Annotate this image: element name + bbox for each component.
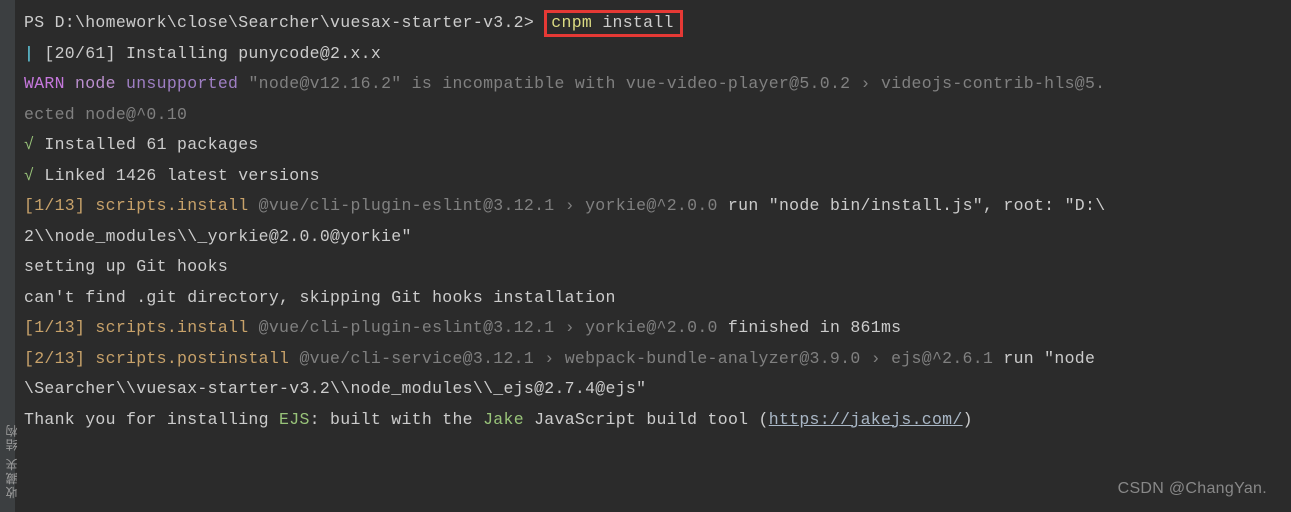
hooks2: can't find .git directory, skipping Git … (24, 288, 616, 307)
warn-label: WARN (24, 74, 65, 93)
script1-line: [1/13] scripts.install @vue/cli-plugin-e… (24, 191, 1291, 222)
prompt-ps: PS (24, 13, 55, 32)
warn-node1: node (65, 74, 126, 93)
script2-line: [1/13] scripts.install @vue/cli-plugin-e… (24, 313, 1291, 344)
script3-line: [2/13] scripts.postinstall @vue/cli-serv… (24, 344, 1291, 375)
ejs: EJS (279, 410, 310, 429)
s3-action: run "node (993, 349, 1105, 368)
prompt-path: D:\homework\close\Searcher\vuesax-starte… (55, 13, 534, 32)
installed-text: Installed 61 packages (34, 135, 258, 154)
thanks4: ) (963, 410, 973, 429)
jake-link[interactable]: https://jakejs.com/ (769, 410, 963, 429)
jake: Jake (483, 410, 524, 429)
progress-text: [20/61] Installing punycode@2.x.x (34, 44, 381, 63)
s2-action: finished in 861ms (718, 318, 902, 337)
s1-label: scripts.install (85, 196, 258, 215)
prompt-line: PS D:\homework\close\Searcher\vuesax-sta… (24, 8, 1291, 39)
thanks2: : built with the (310, 410, 483, 429)
warn-line: WARN node unsupported "node@v12.16.2" is… (24, 69, 1291, 100)
s1-tag: [1/13] (24, 196, 85, 215)
command-highlighted: cnpm install (544, 10, 682, 37)
hooks-line1: setting up Git hooks (24, 252, 1291, 283)
installed-line: √ Installed 61 packages (24, 130, 1291, 161)
sidebar-label: 收藏夹 结构 (1, 423, 23, 498)
watermark: CSDN @ChangYan. (1118, 474, 1267, 504)
s3-pkg: @vue/cli-service@3.12.1 › webpack-bundle… (299, 349, 993, 368)
check-icon: √ (24, 135, 34, 154)
warn-line2-text: ected node@^0.10 (24, 105, 187, 124)
s2-label: scripts.install (85, 318, 258, 337)
linked-text: Linked 1426 latest versions (34, 166, 320, 185)
script3-line2: \Searcher\\vuesax-starter-v3.2\\node_mod… (24, 374, 1291, 405)
cmd-part1: cnpm (551, 13, 602, 32)
s1-pkg: @vue/cli-plugin-eslint@3.12.1 › yorkie@^… (259, 196, 718, 215)
s2-tag: [1/13] (24, 318, 85, 337)
thanks1: Thank you for installing (24, 410, 279, 429)
progress-bar-icon: | (24, 44, 34, 63)
warn-line2: ected node@^0.10 (24, 100, 1291, 131)
s1-line2: 2\\node_modules\\_yorkie@2.0.0@yorkie" (24, 227, 412, 246)
thanks3: JavaScript build tool ( (524, 410, 769, 429)
hooks1: setting up Git hooks (24, 257, 228, 276)
progress-line: | [20/61] Installing punycode@2.x.x (24, 39, 1291, 70)
check-icon: √ (24, 166, 34, 185)
s3-line2: \Searcher\\vuesax-starter-v3.2\\node_mod… (24, 379, 646, 398)
ide-sidebar[interactable]: 收藏夹 结构 (0, 0, 16, 512)
s3-label: scripts.postinstall (85, 349, 299, 368)
thanks-line: Thank you for installing EJS: built with… (24, 405, 1291, 436)
script1-line2: 2\\node_modules\\_yorkie@2.0.0@yorkie" (24, 222, 1291, 253)
cmd-part2: install (602, 13, 673, 32)
hooks-line2: can't find .git directory, skipping Git … (24, 283, 1291, 314)
warn-node2: unsupported (126, 74, 238, 93)
s3-tag: [2/13] (24, 349, 85, 368)
terminal-output[interactable]: PS D:\homework\close\Searcher\vuesax-sta… (24, 8, 1291, 435)
warn-msg: "node@v12.16.2" is incompatible with vue… (238, 74, 1105, 93)
s1-action: run "node bin/install.js", root: "D:\ (718, 196, 1106, 215)
s2-pkg: @vue/cli-plugin-eslint@3.12.1 › yorkie@^… (259, 318, 718, 337)
linked-line: √ Linked 1426 latest versions (24, 161, 1291, 192)
